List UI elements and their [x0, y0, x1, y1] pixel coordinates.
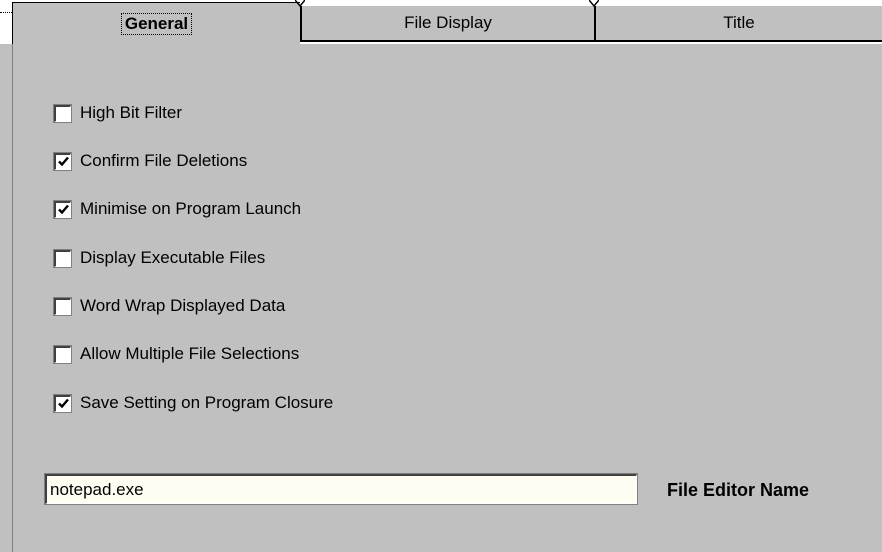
option-row[interactable]: Confirm File Deletions [53, 150, 248, 172]
checkbox-unchecked[interactable] [53, 344, 72, 364]
tab-notch-1 [295, 0, 305, 8]
option-label: Word Wrap Displayed Data [80, 296, 286, 315]
checkmark-icon [57, 156, 69, 167]
checkmark-icon [57, 398, 69, 409]
checkbox-checked[interactable] [53, 151, 72, 171]
tab-bar: General File Display Title [0, 0, 882, 44]
file-editor-name-label: File Editor Name [667, 480, 810, 500]
option-row[interactable]: Minimise on Program Launch [53, 198, 302, 220]
option-label: Allow Multiple File Selections [80, 344, 300, 363]
checkmark-icon [57, 204, 69, 215]
option-label: Save Setting on Program Closure [80, 393, 334, 412]
tab-title[interactable]: Title [594, 6, 882, 42]
option-row[interactable]: Display Executable Files [53, 247, 266, 269]
tab-general-label: General [120, 12, 193, 35]
checkbox-checked[interactable] [53, 393, 72, 413]
option-row[interactable]: High Bit Filter [53, 102, 183, 124]
tab-file-display[interactable]: File Display [300, 6, 594, 42]
option-row[interactable]: Word Wrap Displayed Data [53, 295, 286, 317]
tab-file-display-label: File Display [404, 13, 492, 32]
tab-title-label: Title [723, 13, 755, 32]
file-editor-name-input[interactable] [44, 473, 638, 505]
checkbox-unchecked[interactable] [53, 248, 72, 268]
option-row[interactable]: Allow Multiple File Selections [53, 343, 300, 365]
option-label: Display Executable Files [80, 248, 266, 267]
checkbox-unchecked[interactable] [53, 103, 72, 123]
tab-notch-2 [589, 0, 599, 8]
option-label: High Bit Filter [80, 103, 183, 122]
option-label: Minimise on Program Launch [80, 199, 302, 218]
tab-general[interactable]: General [12, 2, 300, 44]
option-row[interactable]: Save Setting on Program Closure [53, 392, 334, 414]
checkbox-checked[interactable] [53, 199, 72, 219]
checkbox-unchecked[interactable] [53, 296, 72, 316]
option-label: Confirm File Deletions [80, 151, 248, 170]
